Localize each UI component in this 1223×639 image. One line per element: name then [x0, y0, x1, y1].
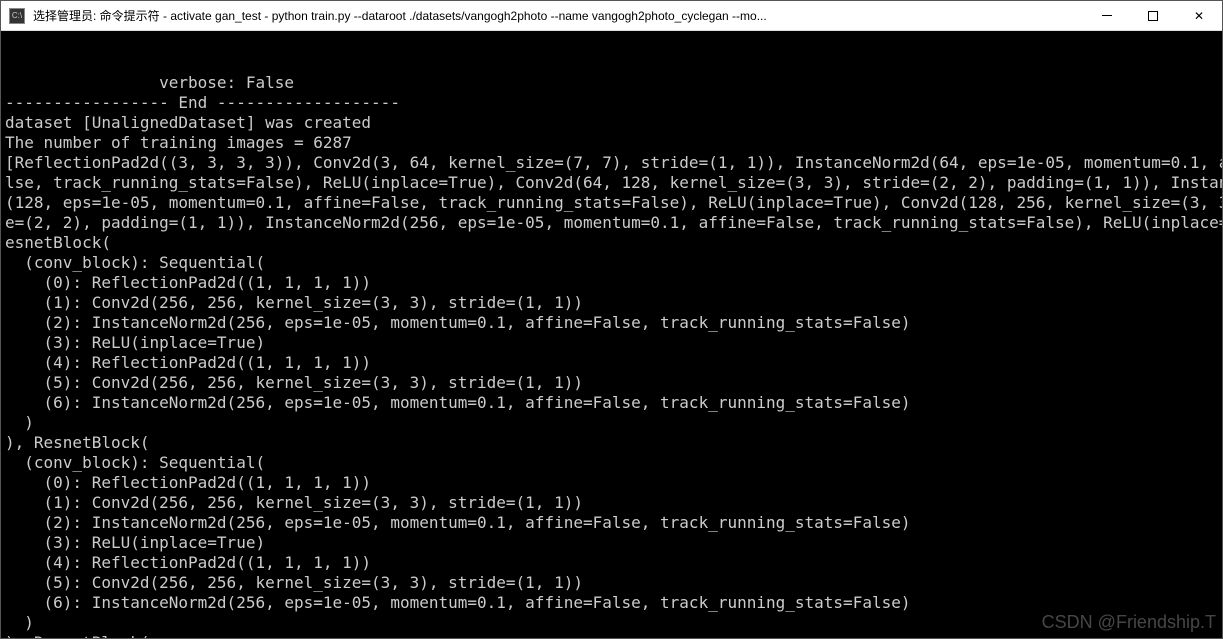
console-line: [ReflectionPad2d((3, 3, 3, 3)), Conv2d(3… — [5, 153, 1218, 173]
console-line: (1): Conv2d(256, 256, kernel_size=(3, 3)… — [5, 293, 1218, 313]
console-line: (4): ReflectionPad2d((1, 1, 1, 1)) — [5, 353, 1218, 373]
cmd-icon: C:\ — [9, 8, 25, 24]
console-line: (4): ReflectionPad2d((1, 1, 1, 1)) — [5, 553, 1218, 573]
console-line: verbose: False — [5, 73, 1218, 93]
console-output: verbose: False----------------- End ----… — [5, 73, 1218, 638]
console-line: (6): InstanceNorm2d(256, eps=1e-05, mome… — [5, 393, 1218, 413]
minimize-icon — [1102, 15, 1112, 16]
console-line: (2): InstanceNorm2d(256, eps=1e-05, mome… — [5, 313, 1218, 333]
window-controls — [1084, 1, 1222, 31]
console-line: (3): ReLU(inplace=True) — [5, 533, 1218, 553]
close-icon — [1194, 9, 1204, 23]
console-line: ----------------- End ------------------… — [5, 93, 1218, 113]
console-line: ), ResnetBlock( — [5, 633, 1218, 638]
titlebar[interactable]: C:\ 选择管理员: 命令提示符 - activate gan_test - p… — [1, 1, 1222, 31]
console-line: (2): InstanceNorm2d(256, eps=1e-05, mome… — [5, 513, 1218, 533]
console-line: (5): Conv2d(256, 256, kernel_size=(3, 3)… — [5, 373, 1218, 393]
window-frame: C:\ 选择管理员: 命令提示符 - activate gan_test - p… — [0, 0, 1223, 639]
console-line: ), ResnetBlock( — [5, 433, 1218, 453]
minimize-button[interactable] — [1084, 1, 1130, 31]
console-area[interactable]: verbose: False----------------- End ----… — [1, 31, 1222, 638]
console-line: ) — [5, 613, 1218, 633]
close-button[interactable] — [1176, 1, 1222, 31]
maximize-icon — [1148, 11, 1158, 21]
console-line: (1): Conv2d(256, 256, kernel_size=(3, 3)… — [5, 493, 1218, 513]
console-line: (6): InstanceNorm2d(256, eps=1e-05, mome… — [5, 593, 1218, 613]
console-line: ) — [5, 413, 1218, 433]
console-line: e=(2, 2), padding=(1, 1)), InstanceNorm2… — [5, 213, 1218, 233]
console-line: (conv_block): Sequential( — [5, 453, 1218, 473]
console-line: esnetBlock( — [5, 233, 1218, 253]
console-line: (conv_block): Sequential( — [5, 253, 1218, 273]
console-line: (0): ReflectionPad2d((1, 1, 1, 1)) — [5, 473, 1218, 493]
console-line: (5): Conv2d(256, 256, kernel_size=(3, 3)… — [5, 573, 1218, 593]
console-line: (128, eps=1e-05, momentum=0.1, affine=Fa… — [5, 193, 1218, 213]
console-line: (3): ReLU(inplace=True) — [5, 333, 1218, 353]
window-title: 选择管理员: 命令提示符 - activate gan_test - pytho… — [33, 7, 1084, 24]
console-line: (0): ReflectionPad2d((1, 1, 1, 1)) — [5, 273, 1218, 293]
maximize-button[interactable] — [1130, 1, 1176, 31]
console-line: The number of training images = 6287 — [5, 133, 1218, 153]
console-line: dataset [UnalignedDataset] was created — [5, 113, 1218, 133]
console-line: lse, track_running_stats=False), ReLU(in… — [5, 173, 1218, 193]
